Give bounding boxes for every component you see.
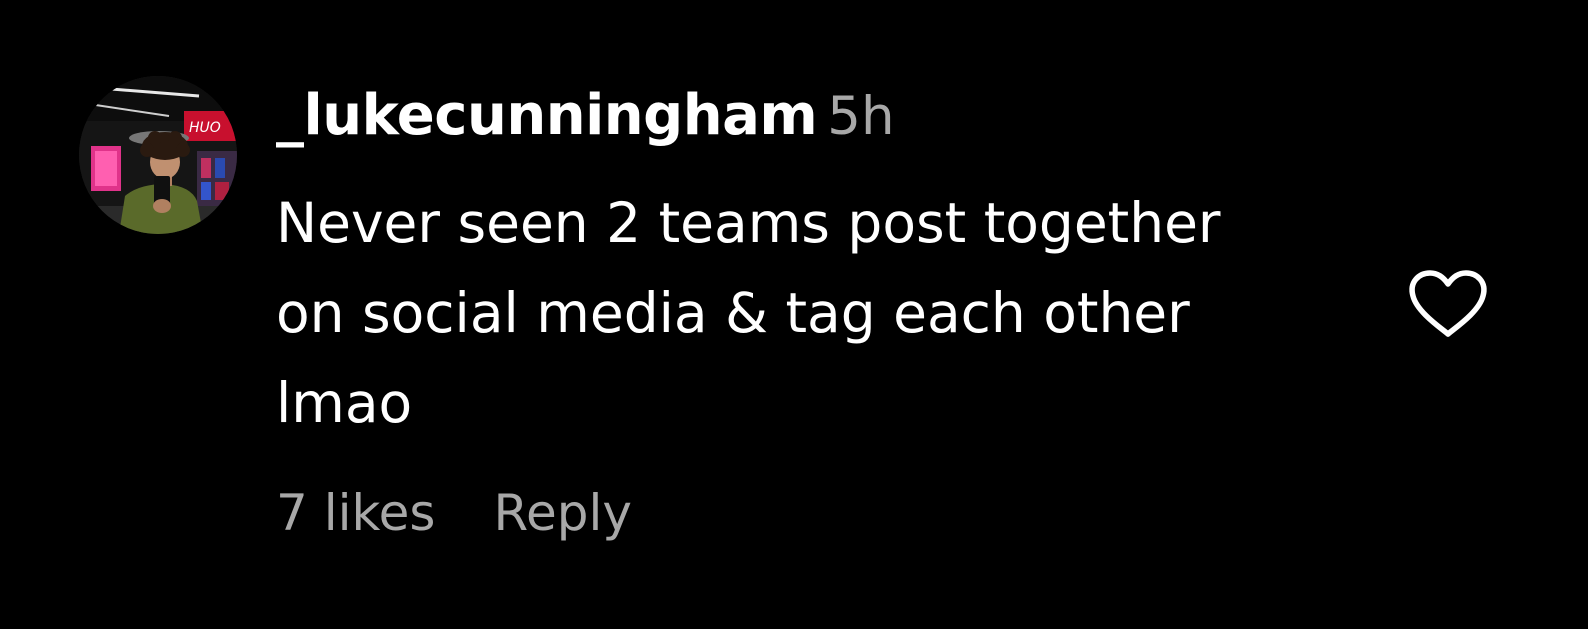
avatar-photo: HUO — [79, 76, 237, 234]
comment-header: _lukecunningham 5h — [276, 88, 895, 144]
heart-outline-icon — [1409, 270, 1487, 337]
avatar[interactable]: HUO — [79, 76, 237, 234]
timestamp: 5h — [827, 86, 895, 147]
comment-item: HUO _lukecunningham 5h Never seen 2 team… — [0, 0, 1588, 629]
like-button[interactable] — [1407, 268, 1489, 340]
reply-button[interactable]: Reply — [493, 484, 631, 542]
comment-text: Never seen 2 teams post together on soci… — [276, 191, 1221, 435]
avatar-sign-text: HUO — [189, 120, 221, 136]
likes-count[interactable]: 7 likes — [276, 484, 435, 542]
comment-actions: 7 likes Reply — [276, 488, 632, 538]
username-link[interactable]: _lukecunningham — [276, 83, 818, 148]
